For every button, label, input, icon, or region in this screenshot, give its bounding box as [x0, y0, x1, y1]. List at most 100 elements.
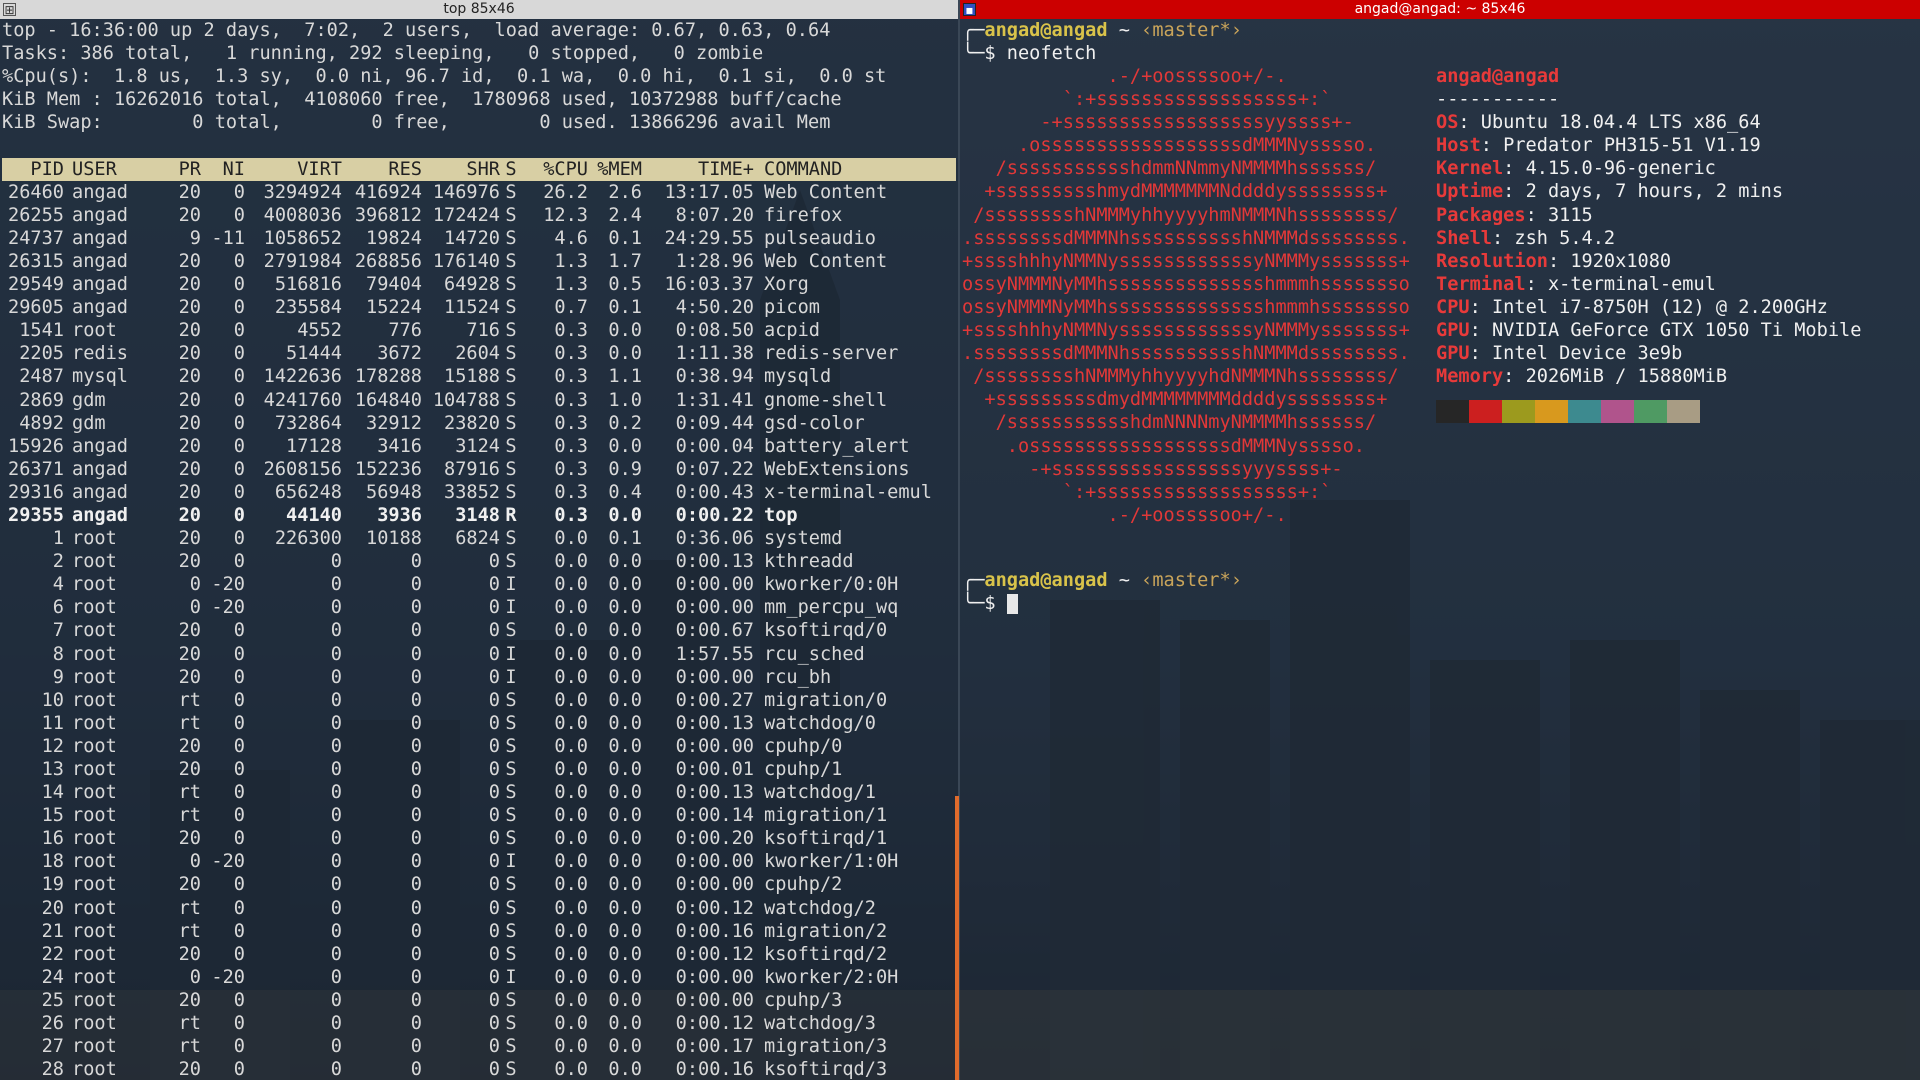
- process-table-header: PID USER PR NI VIRT RES SHR S %CPU %MEM TIME+ COMMA…: [2, 157, 956, 181]
- table-cell: 11524: [444, 297, 500, 319]
- prompt-user: angad@angad: [984, 20, 1108, 41]
- table-cell: 0.0: [554, 620, 588, 642]
- color-swatch: [1436, 400, 1469, 424]
- table-cell: 0: [233, 551, 245, 573]
- table-cell: S: [505, 274, 517, 296]
- table-row: 25 root 20 0 0 0 0 S 0.0 0.0 0:00.00 cpuhp/3: [2, 989, 956, 1012]
- table-cell: 20: [178, 343, 201, 365]
- top-terminal-window[interactable]: ⊞ top 85x46 top - 16:36:00 up 2 days, 7:…: [0, 0, 958, 1080]
- table-row: 1 root 20 0 226300 10188 6824 S 0.0 0.1 0:36.06 sys…: [2, 527, 956, 550]
- top-scrollbar[interactable]: [955, 796, 959, 1080]
- table-row: 26 root rt 0 0 0 0 S 0.0 0.0 0:00.12 watchdog/3: [2, 1012, 956, 1035]
- table-cell: 0: [233, 528, 245, 550]
- table-cell: 0.0: [608, 966, 642, 988]
- top-window-titlebar[interactable]: ⊞ top 85x46: [0, 0, 958, 19]
- table-cell: 0:00.67: [675, 620, 754, 642]
- table-cell: 0:00.01: [675, 759, 754, 780]
- ascii-art-line: `:+ssssssssssssssssss+:`: [962, 481, 1332, 503]
- table-cell: 0: [330, 759, 342, 780]
- table-cell: 1:11.38: [675, 343, 754, 365]
- table-cell: 0.3: [554, 343, 588, 365]
- table-cell: 4552: [297, 320, 342, 342]
- table-cell: 22: [41, 943, 64, 965]
- terminal-app-icon[interactable]: ▪: [963, 3, 976, 17]
- table-cell: 656248: [274, 481, 342, 503]
- ascii-art-line: /sssssssshNMMMyhhyyyyhmNMMMNhssssssss/: [962, 204, 1399, 226]
- table-cell: 20: [178, 759, 201, 780]
- table-cell: 0: [488, 897, 500, 919]
- table-cell: 0.0: [554, 782, 588, 804]
- table-cell: 0: [330, 828, 342, 850]
- table-cell: 20: [178, 828, 201, 850]
- table-cell: mm_percpu_wq: [764, 597, 899, 619]
- table-cell: 0: [330, 666, 342, 688]
- table-cell: 0: [233, 297, 245, 319]
- table-cell: 20: [178, 943, 201, 965]
- table-cell: watchdog/3: [764, 1013, 876, 1035]
- table-row: 29549 angad 20 0 516816 79404 64928 S 1.3 0.5 16:0…: [2, 273, 956, 296]
- table-cell: 0:00.14: [675, 805, 754, 827]
- table-cell: S: [505, 735, 517, 757]
- ascii-art-line: +sssssssssdmydMMMMMMMMddddyssssssss+: [962, 389, 1388, 411]
- column-header: COMMAND: [764, 158, 843, 180]
- table-cell: 235584: [274, 297, 342, 319]
- table-row: 2 root 20 0 0 0 0 S 0.0 0.0 0:00.13 kthreadd: [2, 550, 956, 573]
- table-cell: -20: [211, 851, 245, 873]
- table-cell: 0.5: [608, 274, 642, 296]
- neofetch-terminal-window[interactable]: ▪ angad@angad: ~ 85x46 ╭─angad@angad ~ ‹…: [960, 0, 1920, 1080]
- top-output[interactable]: top - 16:36:00 up 2 days, 7:02, 2 users,…: [2, 19, 956, 1080]
- table-cell: 0: [233, 343, 245, 365]
- table-cell: 64928: [444, 274, 500, 296]
- ascii-art-line: -+ssssssssssssssssssyyssss+-: [962, 112, 1354, 134]
- ascii-art-line: ossyNMMMNyMMhsssssssssssssshmmmhssssssso: [962, 273, 1410, 295]
- table-cell: root: [72, 805, 117, 827]
- table-cell: 87916: [444, 458, 500, 480]
- table-cell: 0.0: [608, 897, 642, 919]
- table-cell: S: [505, 943, 517, 965]
- table-cell: 18: [41, 851, 64, 873]
- ascii-art-line: +sssshhhyNMMNyssssssssssssyNMMMysssssss+: [962, 320, 1410, 342]
- table-cell: 2205: [19, 343, 64, 365]
- neofetch-output[interactable]: ╭─angad@angad ~ ‹master*› ╰─$ neofetch .…: [962, 19, 1918, 1080]
- table-cell: 1.7: [608, 250, 642, 272]
- table-cell: 0:00.22: [675, 504, 754, 526]
- table-cell: 4008036: [263, 204, 342, 226]
- table-cell: 26255: [8, 204, 64, 226]
- info-key: Resolution: [1436, 250, 1548, 272]
- table-row: 18 root 0 -20 0 0 0 I 0.0 0.0 0:00.00 kworker/1:0H: [2, 850, 956, 873]
- ascii-art-line: +sssshhhyNMMNyssssssssssssyNMMMysssssss+: [962, 250, 1410, 272]
- info-key: Memory: [1436, 366, 1504, 388]
- table-cell: 0: [410, 1036, 422, 1058]
- table-cell: S: [505, 620, 517, 642]
- table-cell: 0.1: [608, 528, 642, 550]
- info-value: x-terminal-emul: [1547, 273, 1716, 295]
- table-cell: 0:00.13: [675, 551, 754, 573]
- table-cell: R: [505, 504, 517, 526]
- window-menu-icon[interactable]: ⊞: [3, 3, 16, 17]
- prompt-branch: ‹master*›: [1141, 20, 1242, 41]
- table-cell: 0.3: [554, 389, 588, 411]
- info-row: Host: Predator PH315-51 V1.19: [1436, 135, 1761, 157]
- ascii-art-line: /ssssssssssshdmmNNmmyNMMMMhssssss/: [962, 158, 1377, 180]
- table-cell: 152236: [354, 458, 422, 480]
- table-cell: S: [505, 412, 517, 434]
- table-cell: 0.3: [554, 481, 588, 503]
- top-summary: top - 16:36:00 up 2 days, 7:02, 2 users,…: [2, 19, 956, 134]
- table-cell: root: [72, 1013, 117, 1035]
- prompt-symbol-2: $: [984, 593, 996, 615]
- neofetch-window-title: angad@angad: ~ 85x46: [1354, 1, 1526, 17]
- table-cell: 0: [189, 597, 201, 619]
- command-line-2[interactable]: ╰─$: [962, 592, 1242, 615]
- table-cell: 776: [388, 320, 422, 342]
- table-cell: 0: [233, 412, 245, 434]
- table-cell: 20: [178, 989, 201, 1011]
- table-cell: 0: [410, 966, 422, 988]
- table-cell: 4241760: [263, 389, 342, 411]
- neofetch-window-titlebar[interactable]: ▪ angad@angad: ~ 85x46: [960, 0, 1920, 19]
- info-value: 3115: [1547, 204, 1593, 226]
- table-cell: 0:00.43: [675, 481, 754, 503]
- table-cell: 14720: [444, 227, 500, 249]
- table-cell: 0: [410, 666, 422, 688]
- table-cell: 1541: [19, 320, 64, 342]
- table-cell: 0.0: [608, 551, 642, 573]
